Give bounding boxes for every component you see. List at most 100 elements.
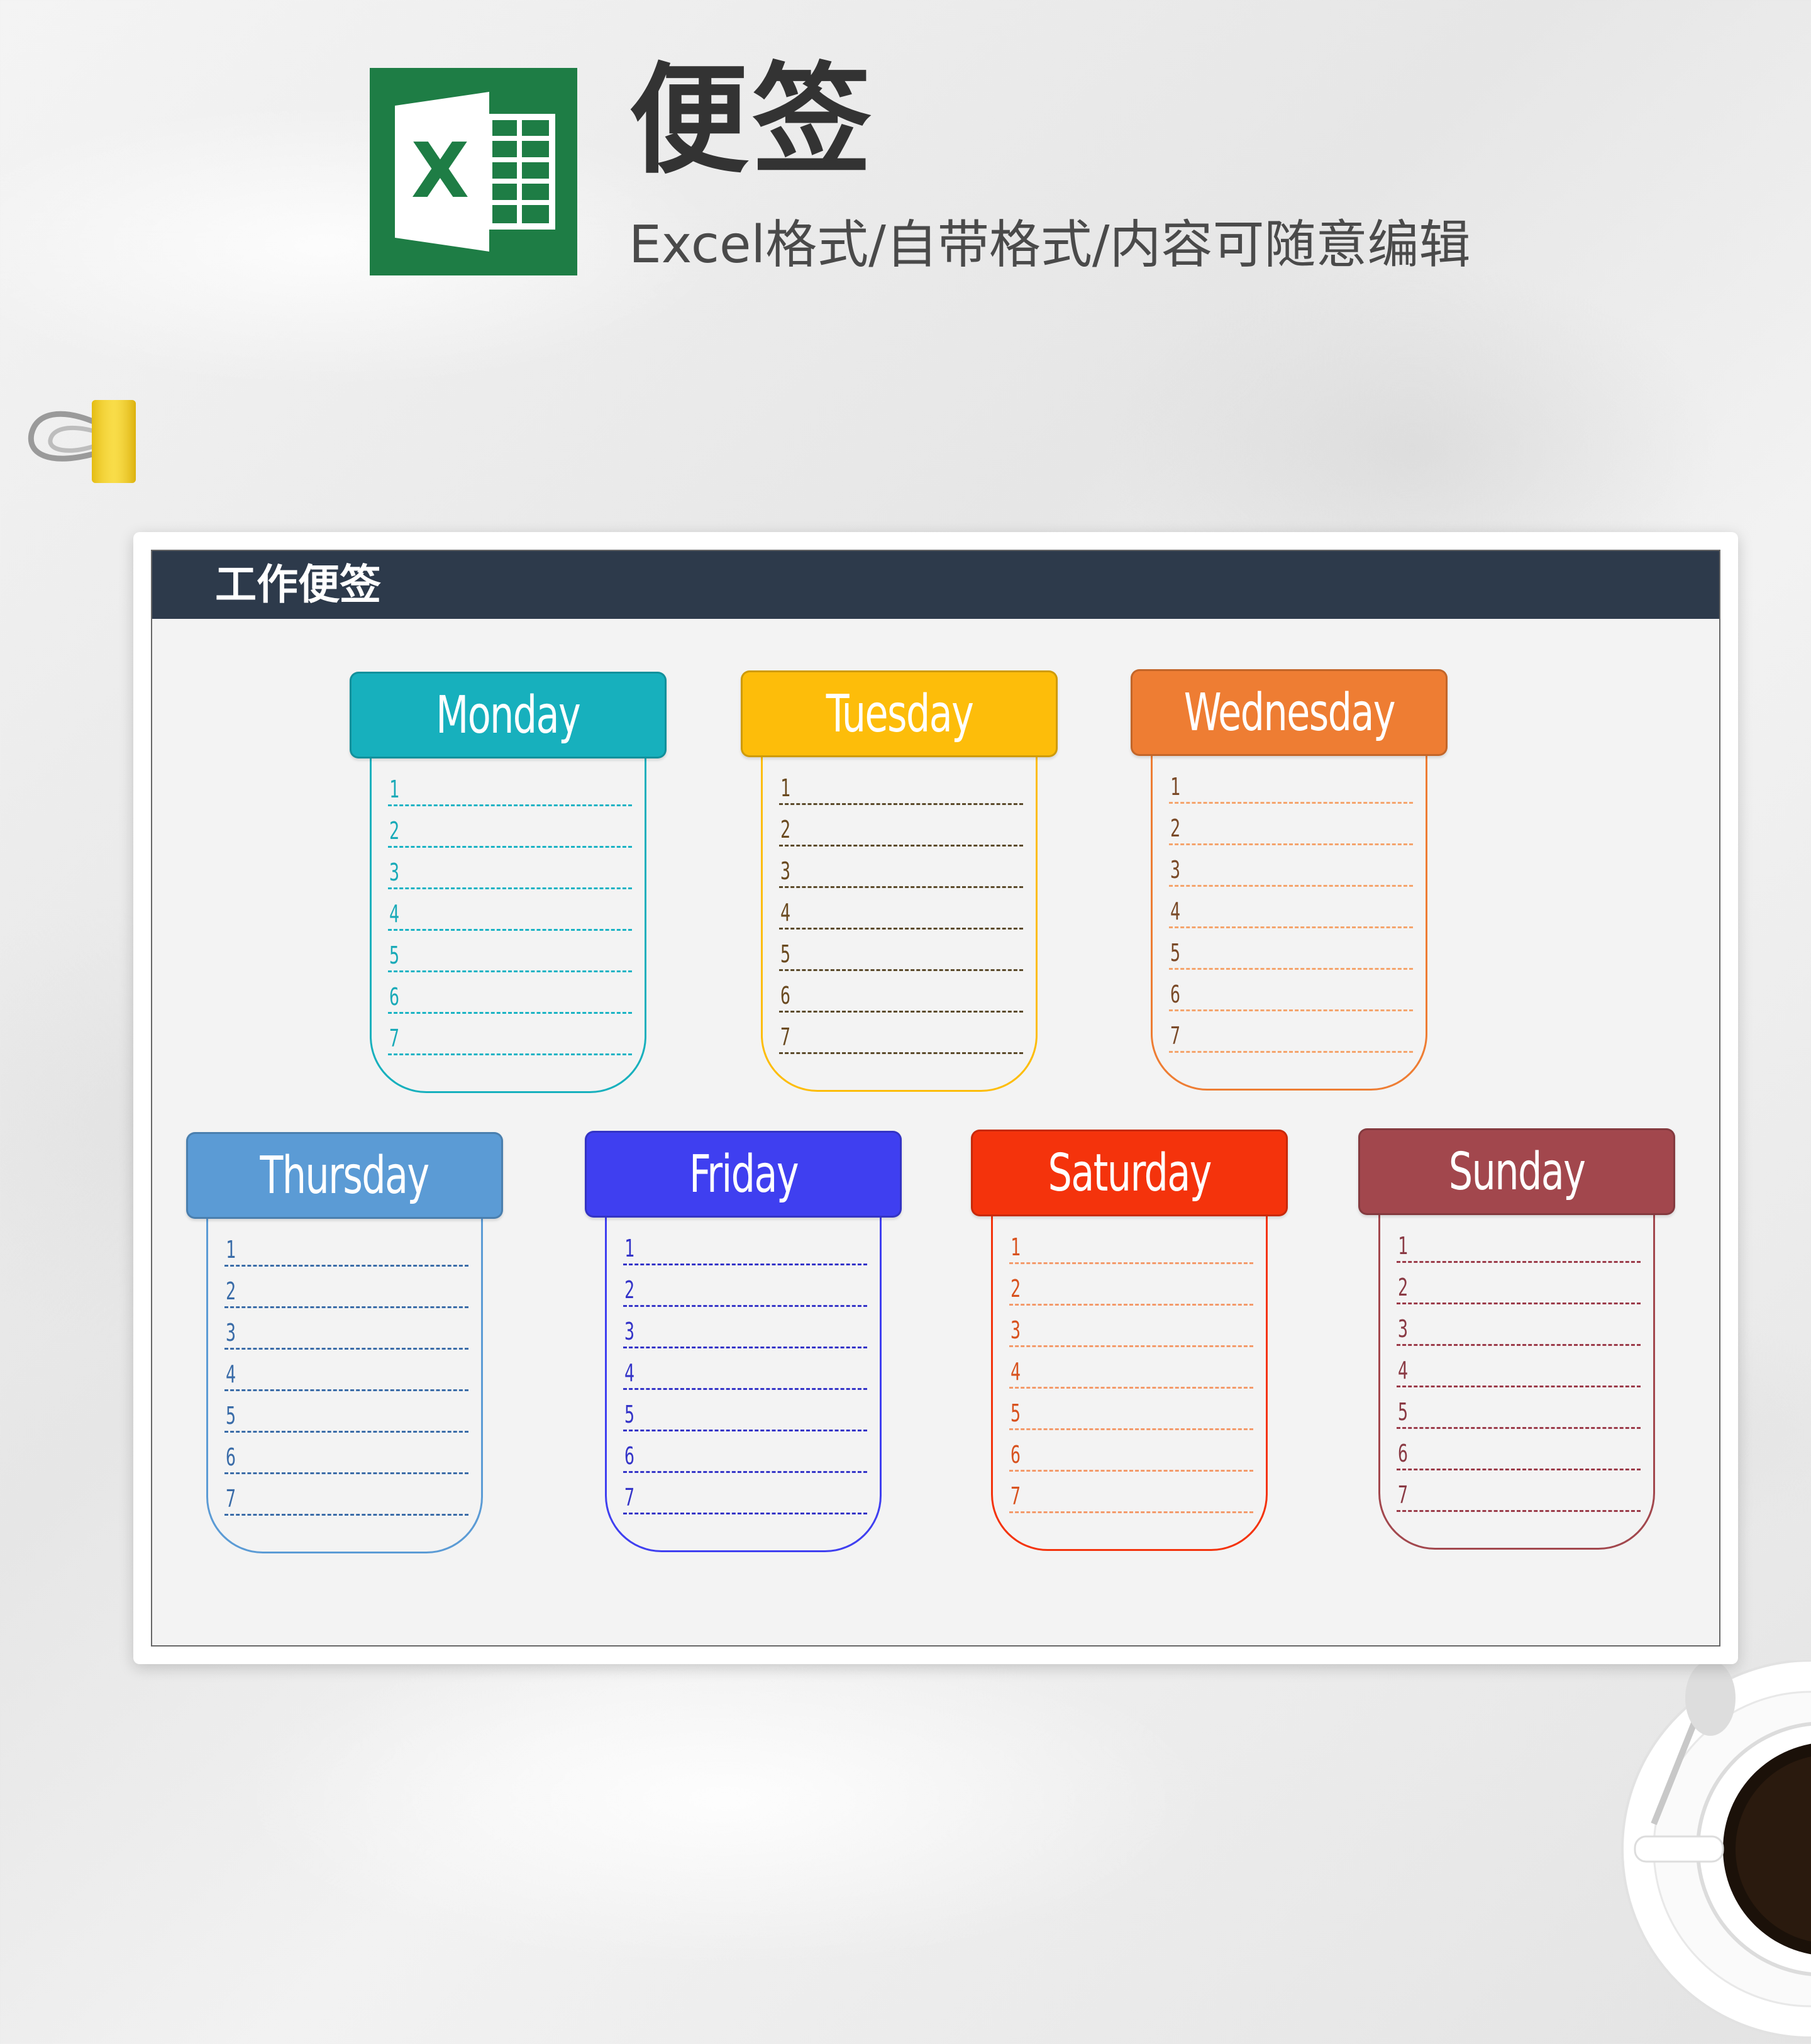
note-entry-line[interactable]: 5 bbox=[623, 1390, 867, 1431]
note-entry-line[interactable]: 4 bbox=[623, 1348, 867, 1390]
note-entry-line[interactable]: 2 bbox=[779, 805, 1023, 847]
note-entry-line[interactable]: 7 bbox=[1009, 1472, 1253, 1513]
note-entry-line[interactable]: 5 bbox=[1169, 928, 1413, 970]
note-entry-number: 2 bbox=[1170, 814, 1181, 842]
note-card-thursday: 1 2 3 4 5 6 7 Thursday bbox=[186, 1132, 503, 1553]
note-entry-line[interactable]: 6 bbox=[779, 971, 1023, 1013]
note-entry-number: 5 bbox=[389, 941, 400, 969]
note-entry-number: 1 bbox=[1170, 773, 1181, 801]
note-entry-line[interactable]: 4 bbox=[1009, 1347, 1253, 1389]
note-entry-line[interactable]: 5 bbox=[388, 931, 632, 972]
note-card-sunday: 1 2 3 4 5 6 7 Sunday bbox=[1358, 1128, 1675, 1550]
note-entry-line[interactable]: 1 bbox=[779, 764, 1023, 805]
note-entry-number: 3 bbox=[389, 858, 400, 886]
note-entry-number: 6 bbox=[624, 1442, 635, 1470]
note-entry-line[interactable]: 5 bbox=[1397, 1387, 1641, 1429]
sheet-header-bar: 工作便签 bbox=[152, 551, 1719, 619]
page-title: 便签 bbox=[629, 51, 876, 190]
note-entry-number: 4 bbox=[624, 1359, 635, 1387]
note-entry-line[interactable]: 6 bbox=[1397, 1429, 1641, 1470]
coffee-cup-icon bbox=[1610, 1659, 1811, 2044]
note-entry-line[interactable]: 5 bbox=[779, 930, 1023, 971]
note-entry-number: 6 bbox=[780, 982, 791, 1009]
note-entry-line[interactable]: 1 bbox=[388, 765, 632, 806]
note-day-label: Saturday bbox=[1048, 1143, 1212, 1203]
note-entry-number: 7 bbox=[624, 1484, 635, 1511]
note-tab-sunday: Sunday bbox=[1358, 1128, 1675, 1215]
note-tab-saturday: Saturday bbox=[971, 1130, 1288, 1216]
note-entry-line[interactable]: 6 bbox=[623, 1431, 867, 1473]
note-body: 1 2 3 4 5 6 7 bbox=[761, 756, 1038, 1092]
note-entry-number: 6 bbox=[1398, 1440, 1409, 1467]
note-entry-line[interactable]: 4 bbox=[1397, 1346, 1641, 1387]
note-entry-line[interactable]: 1 bbox=[1169, 762, 1413, 804]
note-entry-line[interactable]: 6 bbox=[1009, 1430, 1253, 1472]
note-entry-line[interactable]: 3 bbox=[224, 1308, 468, 1350]
note-entry-number: 3 bbox=[1170, 856, 1181, 884]
note-entry-line[interactable]: 3 bbox=[1009, 1306, 1253, 1347]
note-tab-wednesday: Wednesday bbox=[1131, 669, 1448, 756]
note-entry-number: 1 bbox=[226, 1236, 236, 1264]
note-entry-number: 3 bbox=[1011, 1316, 1021, 1344]
note-entry-line[interactable]: 5 bbox=[224, 1391, 468, 1433]
note-entry-line[interactable]: 2 bbox=[1397, 1263, 1641, 1304]
note-entry-line[interactable]: 7 bbox=[388, 1014, 632, 1055]
note-entry-line[interactable]: 7 bbox=[1397, 1470, 1641, 1512]
note-entry-number: 2 bbox=[624, 1276, 635, 1304]
note-entry-number: 7 bbox=[1398, 1481, 1409, 1509]
note-entry-line[interactable]: 6 bbox=[1169, 970, 1413, 1011]
note-entry-line[interactable]: 2 bbox=[623, 1265, 867, 1307]
note-entry-number: 1 bbox=[780, 774, 791, 802]
note-card-saturday: 1 2 3 4 5 6 7 Saturday bbox=[971, 1130, 1288, 1551]
note-entry-line[interactable]: 3 bbox=[1169, 845, 1413, 887]
note-body: 1 2 3 4 5 6 7 bbox=[370, 757, 646, 1093]
note-body: 1 2 3 4 5 6 7 bbox=[991, 1215, 1268, 1551]
note-entry-number: 5 bbox=[1170, 939, 1181, 967]
note-entry-line[interactable]: 2 bbox=[224, 1267, 468, 1308]
note-card-wednesday: 1 2 3 4 5 6 7 Wednesday bbox=[1131, 669, 1448, 1091]
note-entry-line[interactable]: 6 bbox=[224, 1433, 468, 1474]
note-tab-monday: Monday bbox=[350, 672, 667, 758]
note-entry-number: 7 bbox=[1011, 1482, 1021, 1510]
note-entry-number: 5 bbox=[624, 1401, 635, 1428]
excel-logo-letter: X bbox=[411, 128, 470, 215]
note-entry-number: 6 bbox=[1170, 980, 1181, 1008]
note-entry-line[interactable]: 6 bbox=[388, 972, 632, 1014]
note-entry-line[interactable]: 4 bbox=[1169, 887, 1413, 928]
note-entry-line[interactable]: 7 bbox=[224, 1474, 468, 1516]
note-day-label: Thursday bbox=[260, 1145, 430, 1206]
note-entry-line[interactable]: 2 bbox=[388, 806, 632, 848]
note-entry-line[interactable]: 1 bbox=[224, 1225, 468, 1267]
note-entry-line[interactable]: 4 bbox=[779, 888, 1023, 930]
note-entry-number: 1 bbox=[1011, 1233, 1021, 1261]
note-entry-number: 2 bbox=[389, 817, 400, 845]
note-entry-line[interactable]: 7 bbox=[779, 1013, 1023, 1054]
note-entry-number: 3 bbox=[1398, 1315, 1409, 1343]
note-entry-line[interactable]: 7 bbox=[1169, 1011, 1413, 1053]
note-entry-line[interactable]: 4 bbox=[224, 1350, 468, 1391]
note-entry-number: 4 bbox=[780, 899, 791, 926]
note-entry-line[interactable]: 7 bbox=[623, 1473, 867, 1514]
note-entry-number: 4 bbox=[389, 900, 400, 928]
note-tab-friday: Friday bbox=[585, 1131, 902, 1218]
note-entry-line[interactable]: 1 bbox=[1397, 1221, 1641, 1263]
note-entry-number: 7 bbox=[226, 1485, 236, 1513]
note-entry-line[interactable]: 3 bbox=[623, 1307, 867, 1348]
note-body: 1 2 3 4 5 6 7 bbox=[206, 1218, 483, 1553]
note-entry-line[interactable]: 1 bbox=[623, 1224, 867, 1265]
note-entry-line[interactable]: 3 bbox=[388, 848, 632, 889]
note-entry-number: 5 bbox=[1398, 1398, 1409, 1426]
note-day-label: Tuesday bbox=[826, 684, 973, 744]
note-entry-line[interactable]: 1 bbox=[1009, 1223, 1253, 1264]
note-entry-line[interactable]: 2 bbox=[1169, 804, 1413, 845]
note-day-label: Friday bbox=[689, 1144, 799, 1204]
note-entry-line[interactable]: 4 bbox=[388, 889, 632, 931]
note-entry-number: 1 bbox=[624, 1235, 635, 1262]
note-entry-line[interactable]: 5 bbox=[1009, 1389, 1253, 1430]
note-entry-number: 2 bbox=[780, 816, 791, 843]
note-entry-number: 7 bbox=[780, 1023, 791, 1051]
note-entry-line[interactable]: 3 bbox=[1397, 1304, 1641, 1346]
note-entry-line[interactable]: 3 bbox=[779, 847, 1023, 888]
note-entry-number: 2 bbox=[226, 1277, 236, 1305]
note-entry-line[interactable]: 2 bbox=[1009, 1264, 1253, 1306]
